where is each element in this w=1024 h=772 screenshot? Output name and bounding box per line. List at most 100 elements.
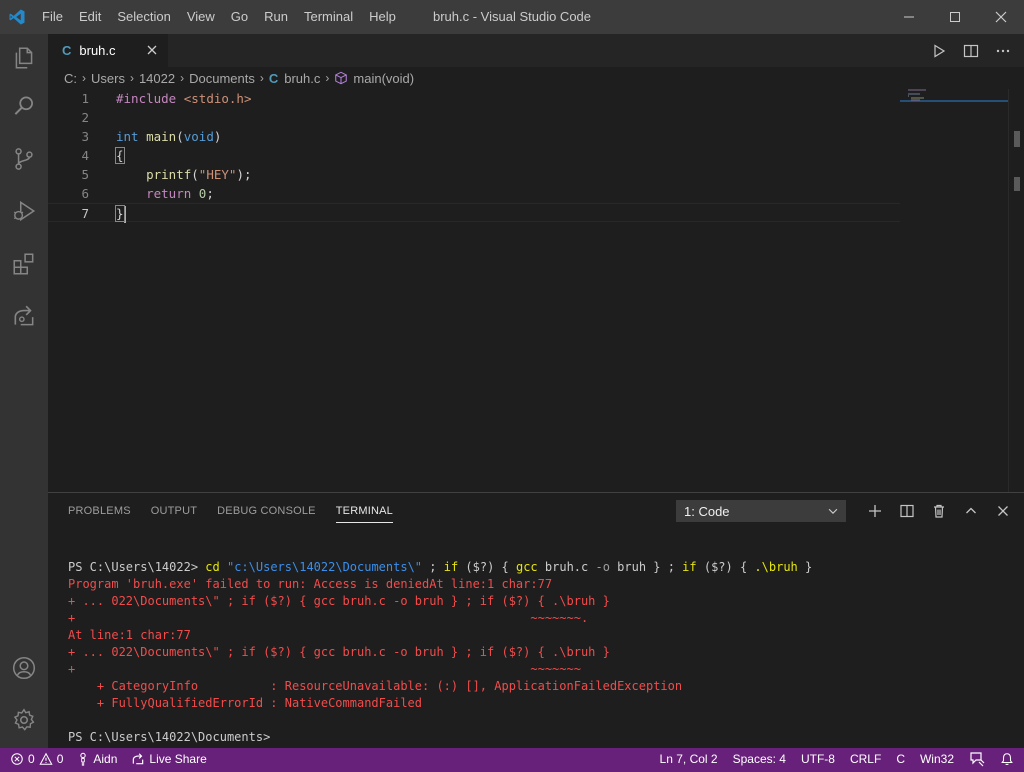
tab-debug-console[interactable]: DEBUG CONSOLE bbox=[217, 493, 316, 529]
editor-tab-bar: C bruh.c bbox=[48, 34, 1024, 67]
line-number: 2 bbox=[81, 110, 89, 125]
search-icon bbox=[14, 96, 33, 115]
cmd-if: if bbox=[682, 560, 697, 574]
explorer-button[interactable] bbox=[0, 34, 48, 82]
maximize-button[interactable] bbox=[932, 0, 978, 34]
cmd-gcc-flag: -o bbox=[595, 560, 610, 574]
panel-actions bbox=[864, 500, 1014, 522]
scrollbar-marker bbox=[1014, 131, 1020, 147]
tab-terminal[interactable]: TERMINAL bbox=[335, 493, 394, 529]
run-code-button[interactable] bbox=[928, 40, 950, 62]
c-file-icon: C bbox=[268, 70, 279, 86]
plus-icon bbox=[869, 505, 881, 517]
accounts-button[interactable] bbox=[0, 644, 48, 692]
line-number: 5 bbox=[81, 167, 89, 182]
indentation-status[interactable]: Spaces: 4 bbox=[733, 752, 786, 766]
status-bar: 0 0 Aidn Live Share Ln 7, Col 2 Spaces: … bbox=[0, 748, 1024, 772]
terminal-error-line: + FullyQualifiedErrorId : NativeCommandF… bbox=[68, 696, 423, 710]
cmd-condition: ($?) { bbox=[696, 560, 755, 574]
menu-view[interactable]: View bbox=[179, 0, 223, 34]
line-number: 3 bbox=[81, 129, 89, 144]
live-share-status[interactable]: Live Share bbox=[131, 752, 207, 766]
menu-terminal[interactable]: Terminal bbox=[296, 0, 361, 34]
extensions-button[interactable] bbox=[0, 240, 48, 288]
breadcrumb-folder-documents[interactable]: Documents bbox=[189, 71, 255, 86]
punctuation: ); bbox=[236, 167, 252, 182]
breadcrumb-folder-users[interactable]: Users bbox=[91, 71, 125, 86]
chevron-right-icon: › bbox=[180, 71, 185, 85]
tab-bruh-c[interactable]: C bruh.c bbox=[48, 34, 168, 67]
warning-count: 0 bbox=[56, 752, 64, 766]
code-line: 3 int main(void) bbox=[48, 127, 900, 146]
line-text: return 0; bbox=[116, 184, 214, 203]
menu-file[interactable]: File bbox=[34, 0, 71, 34]
chevron-right-icon: › bbox=[259, 71, 264, 85]
play-icon bbox=[934, 43, 946, 58]
live-share-icon bbox=[14, 305, 34, 326]
search-button[interactable] bbox=[0, 82, 48, 130]
menu-edit[interactable]: Edit bbox=[71, 0, 109, 34]
param-keyword: void bbox=[183, 129, 214, 144]
user-status[interactable]: Aidn bbox=[77, 752, 117, 766]
code-line: 6 return 0; bbox=[48, 184, 900, 203]
line-number: 7 bbox=[81, 206, 89, 221]
platform-status[interactable]: Win32 bbox=[920, 752, 954, 766]
tab-label: bruh.c bbox=[79, 43, 116, 58]
vscode-logo-icon bbox=[0, 0, 34, 34]
encoding-status[interactable]: UTF-8 bbox=[801, 752, 835, 766]
new-terminal-button[interactable] bbox=[864, 500, 886, 522]
language-mode-status[interactable]: C bbox=[896, 752, 905, 766]
minimize-button[interactable] bbox=[886, 0, 932, 34]
source-control-button[interactable] bbox=[0, 135, 48, 183]
live-share-button[interactable] bbox=[0, 292, 48, 340]
manage-button[interactable] bbox=[0, 696, 48, 744]
chevron-down-icon bbox=[828, 508, 838, 514]
kill-terminal-button[interactable] bbox=[928, 500, 950, 522]
run-debug-button[interactable] bbox=[0, 187, 48, 235]
editor-scrollbar[interactable] bbox=[1008, 89, 1024, 492]
breadcrumb-drive[interactable]: C: bbox=[64, 71, 77, 86]
cmd-if: if bbox=[443, 560, 459, 574]
chevron-right-icon: › bbox=[325, 71, 330, 85]
more-actions-button[interactable] bbox=[992, 40, 1014, 62]
terminal-output[interactable]: PS C:\Users\14022> cd "c:\Users\14022\Do… bbox=[68, 559, 1008, 746]
cmd-gcc-args: bruh.c bbox=[537, 560, 596, 574]
notifications-button[interactable] bbox=[1000, 752, 1014, 766]
menu-help[interactable]: Help bbox=[361, 0, 404, 34]
split-editor-button[interactable] bbox=[960, 40, 982, 62]
cursor-position-status[interactable]: Ln 7, Col 2 bbox=[660, 752, 718, 766]
trash-icon bbox=[934, 504, 944, 518]
close-panel-button[interactable] bbox=[992, 500, 1014, 522]
line-text: printf("HEY"); bbox=[116, 165, 252, 184]
preprocessor-directive: #include bbox=[116, 91, 177, 106]
breadcrumb-folder-14022[interactable]: 14022 bbox=[139, 71, 175, 86]
close-window-button[interactable] bbox=[978, 0, 1024, 34]
maximize-panel-button[interactable] bbox=[960, 500, 982, 522]
eol-status[interactable]: CRLF bbox=[850, 752, 881, 766]
tab-problems[interactable]: PROBLEMS bbox=[68, 493, 131, 529]
line-number: 1 bbox=[81, 91, 89, 106]
open-brace: { bbox=[115, 147, 125, 164]
tab-output[interactable]: OUTPUT bbox=[151, 493, 197, 529]
minimap[interactable] bbox=[900, 89, 1008, 492]
problems-status[interactable]: 0 0 bbox=[10, 752, 63, 766]
breadcrumb-file[interactable]: bruh.c bbox=[284, 71, 320, 86]
code-editor[interactable]: 1 #include <stdio.h> 2 3 int main(void) … bbox=[48, 89, 1008, 492]
menu-selection[interactable]: Selection bbox=[109, 0, 178, 34]
split-terminal-button[interactable] bbox=[896, 500, 918, 522]
terminal-select-dropdown[interactable]: 1: Code bbox=[676, 500, 846, 522]
accounts-icon bbox=[12, 656, 36, 680]
feedback-button[interactable] bbox=[969, 751, 985, 767]
breadcrumb-symbol[interactable]: main(void) bbox=[353, 71, 414, 86]
terminal-prompt: PS C:\Users\14022> bbox=[68, 560, 206, 574]
terminal-error-line: At line:1 char:77 bbox=[68, 628, 191, 642]
tab-close-button[interactable] bbox=[144, 42, 160, 58]
explorer-icon bbox=[15, 47, 33, 69]
terminal-final-prompt: PS C:\Users\14022\Documents> bbox=[68, 730, 271, 744]
menu-run[interactable]: Run bbox=[256, 0, 296, 34]
bottom-panel: PROBLEMS OUTPUT DEBUG CONSOLE TERMINAL 1… bbox=[48, 492, 1024, 748]
menu-go[interactable]: Go bbox=[223, 0, 256, 34]
punctuation: ; bbox=[206, 186, 214, 201]
